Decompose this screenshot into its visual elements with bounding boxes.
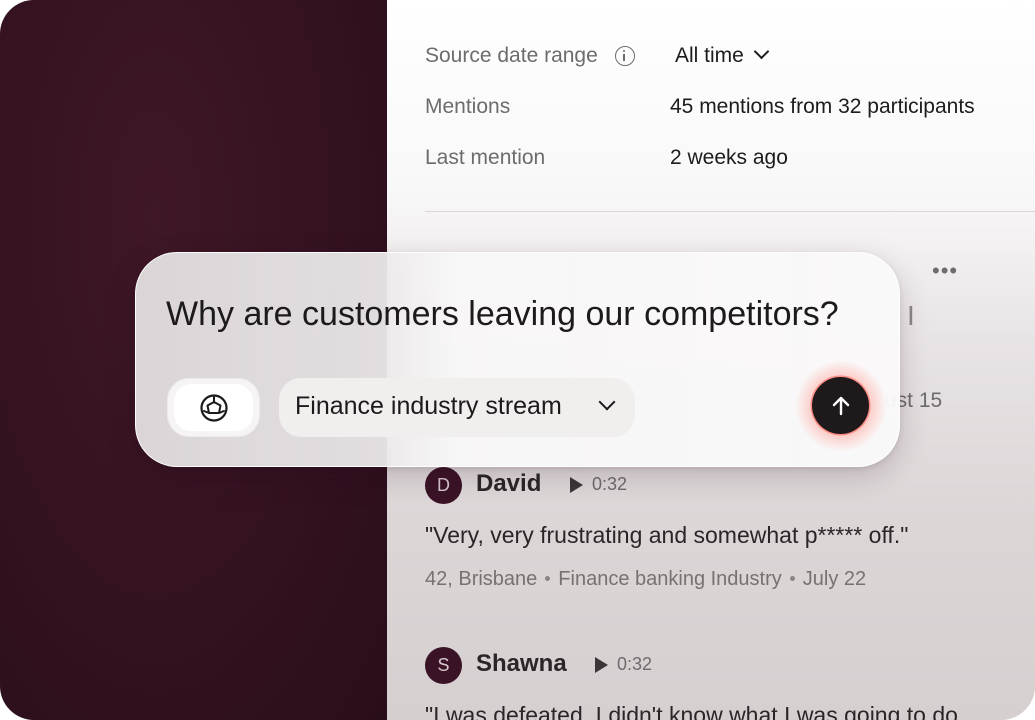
- source-date-range-label: Source date range: [425, 44, 598, 67]
- mention-details: 42, Brisbane Finance banking Industry July…: [425, 568, 866, 591]
- separator-dot: [789, 576, 795, 581]
- date-range-value: All time: [675, 44, 744, 67]
- industry-info: Finance banking Industry: [558, 568, 782, 590]
- more-options-icon[interactable]: •••: [932, 258, 958, 284]
- speaker-name: David: [476, 470, 542, 497]
- question-input[interactable]: Why are customers leaving our competitor…: [166, 295, 839, 334]
- stream-dropdown-value: Finance industry stream: [295, 392, 562, 420]
- speaker-name: Shawna: [476, 650, 567, 677]
- play-icon[interactable]: [595, 657, 608, 673]
- stream-dropdown[interactable]: Finance industry stream: [279, 378, 635, 437]
- mention-quote: "I was defeated. I didn't know what I wa…: [425, 702, 958, 720]
- chevron-down-icon: [598, 393, 616, 411]
- mentions-value: 45 mentions from 32 participants: [670, 95, 975, 118]
- mention-date: July 22: [802, 568, 867, 590]
- obscured-text-fragment: I: [907, 300, 915, 331]
- sources-button[interactable]: [167, 378, 260, 437]
- globe-network-icon: [199, 393, 228, 422]
- app-canvas: Source date range All time Mentions 45 m…: [0, 0, 1035, 720]
- participant-info: 42, Brisbane: [425, 568, 538, 590]
- date-range-dropdown[interactable]: All time: [675, 43, 770, 68]
- chevron-down-icon: [753, 43, 770, 60]
- sources-button-face: [174, 384, 253, 431]
- arrow-up-icon: [832, 396, 849, 415]
- send-button[interactable]: [812, 377, 869, 434]
- info-icon[interactable]: [615, 46, 635, 66]
- section-divider: [425, 211, 1035, 212]
- mentions-label: Mentions: [425, 95, 511, 118]
- last-mention-value: 2 weeks ago: [670, 146, 788, 169]
- last-mention-label: Last mention: [425, 146, 546, 169]
- separator-dot: [545, 576, 551, 581]
- ask-question-card: Why are customers leaving our competitor…: [135, 252, 900, 467]
- play-icon[interactable]: [570, 477, 583, 493]
- avatar: S: [425, 647, 462, 684]
- mention-quote: "Very, very frustrating and somewhat p**…: [425, 522, 909, 548]
- avatar: D: [425, 467, 462, 504]
- clip-duration: 0:32: [617, 654, 653, 674]
- clip-duration: 0:32: [592, 474, 628, 494]
